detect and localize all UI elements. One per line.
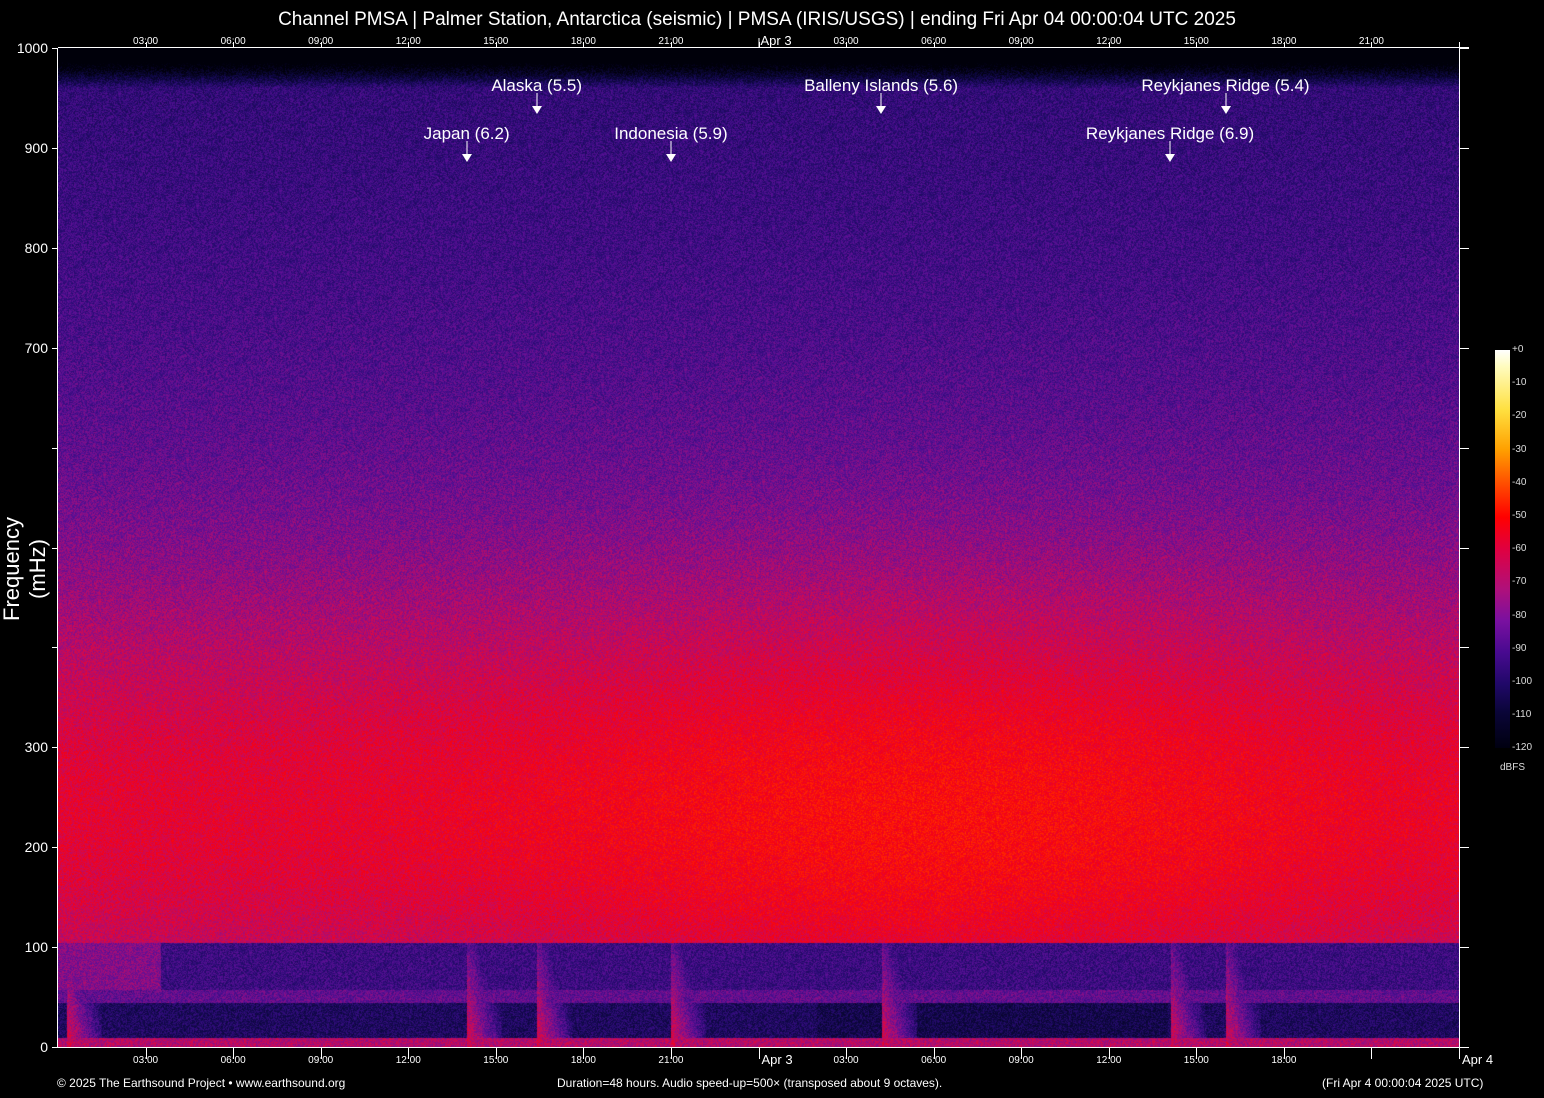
down-arrow-icon xyxy=(665,141,677,163)
footer-copyright: © 2025 The Earthsound Project • www.eart… xyxy=(57,1076,346,1090)
x-tick-label-top: 12:00 xyxy=(1096,36,1122,47)
colorbar-tick-label: -110 xyxy=(1512,709,1532,721)
x-tick-label-top: 06:00 xyxy=(921,36,947,47)
down-arrow-icon xyxy=(1164,141,1176,163)
x-tick-label-bottom: 18:00 xyxy=(570,1055,596,1066)
x-tick-label-bottom: 12:00 xyxy=(395,1055,421,1066)
colorbar-tick-label: -60 xyxy=(1512,543,1527,555)
x-tick-label-top: 21:00 xyxy=(1358,36,1384,47)
x-tick-label-top: 15:00 xyxy=(483,36,509,47)
axes xyxy=(52,38,1469,1059)
x-tick-label-top: 09:00 xyxy=(308,36,334,47)
colorbar-tick-label: -90 xyxy=(1512,642,1527,654)
y-tick-label: 700 xyxy=(24,339,48,356)
event-annotation: Alaska (5.5) xyxy=(387,76,687,114)
y-tick-label: 900 xyxy=(24,139,48,156)
colorbar-tick-label: -10 xyxy=(1512,377,1527,389)
footer-end-time: (Fri Apr 4 00:00:04 2025 UTC) xyxy=(1322,1076,1484,1090)
colorbar-tick-label: -70 xyxy=(1512,576,1527,588)
colorbar-tick-label: -120 xyxy=(1512,742,1533,754)
down-arrow-icon xyxy=(461,141,473,163)
x-tick-label-bottom: 15:00 xyxy=(1183,1055,1209,1066)
colorbar-tick-label: -40 xyxy=(1512,476,1527,488)
y-tick-label: 200 xyxy=(24,838,48,855)
colorbar-tick-label: -50 xyxy=(1512,510,1527,521)
x-tick-label-bottom: 09:00 xyxy=(1008,1055,1034,1066)
colorbar-tick-label: -80 xyxy=(1512,609,1527,621)
down-arrow-icon xyxy=(1220,93,1232,115)
x-tick-label-top: 09:00 xyxy=(1008,36,1034,47)
down-arrow-icon xyxy=(875,93,887,115)
event-annotation: Balleny Islands (5.6) xyxy=(731,76,1031,114)
y-tick-label: 100 xyxy=(24,938,48,955)
x-tick-label-top: 03:00 xyxy=(833,36,859,47)
colorbar xyxy=(1495,350,1510,748)
x-tick-label-bottom: 15:00 xyxy=(483,1055,509,1066)
y-tick-label: 300 xyxy=(24,738,48,755)
colorbar-tick-label: +0 xyxy=(1512,344,1524,355)
y-tick-label: 800 xyxy=(24,239,48,256)
x-tick-label-top: 21:00 xyxy=(658,36,684,47)
x-tick-label-top: 18:00 xyxy=(570,36,596,47)
event-annotation: Indonesia (5.9) xyxy=(521,124,821,162)
colorbar-tick-label: -20 xyxy=(1512,410,1527,422)
x-tick-label-top: 15:00 xyxy=(1183,36,1209,47)
x-tick-label-bottom: 12:00 xyxy=(1096,1055,1122,1066)
x-tick-label-bottom: 03:00 xyxy=(133,1055,159,1066)
event-annotation: Reykjanes Ridge (6.9) xyxy=(1020,124,1320,162)
x-tick-label-top: 12:00 xyxy=(395,36,421,47)
y-tick-label: 1000 xyxy=(16,39,48,56)
x-tick-label-bottom: 06:00 xyxy=(921,1055,947,1066)
footer-duration: Duration=48 hours. Audio speed-up=500× (… xyxy=(557,1076,943,1090)
x-tick-label-top: 03:00 xyxy=(133,36,159,47)
y-axis-title: Frequency (mHz) xyxy=(0,517,50,621)
y-tick-label: 0 xyxy=(40,1038,48,1055)
x-tick-label-top: Apr 3 xyxy=(760,33,792,48)
x-tick-label-bottom: 03:00 xyxy=(833,1055,859,1066)
down-arrow-icon xyxy=(531,93,543,115)
x-tick-label-top: 06:00 xyxy=(220,36,246,47)
x-tick-label-top: 18:00 xyxy=(1271,36,1297,47)
x-tick-label-bottom: 18:00 xyxy=(1271,1055,1297,1066)
colorbar-tick-label: -30 xyxy=(1512,443,1527,455)
x-tick-label-bottom: 06:00 xyxy=(220,1055,246,1066)
colorbar-tick-label: -100 xyxy=(1512,676,1533,687)
event-annotation: Reykjanes Ridge (5.4) xyxy=(1076,76,1376,114)
x-tick-label-bottom: Apr 4 xyxy=(1462,1052,1494,1067)
x-tick-label-bottom: 21:00 xyxy=(658,1055,684,1066)
x-tick-label-bottom: Apr 3 xyxy=(761,1052,793,1067)
colorbar-unit: dBFS xyxy=(1500,762,1526,773)
x-tick-label-bottom: 09:00 xyxy=(308,1055,334,1066)
